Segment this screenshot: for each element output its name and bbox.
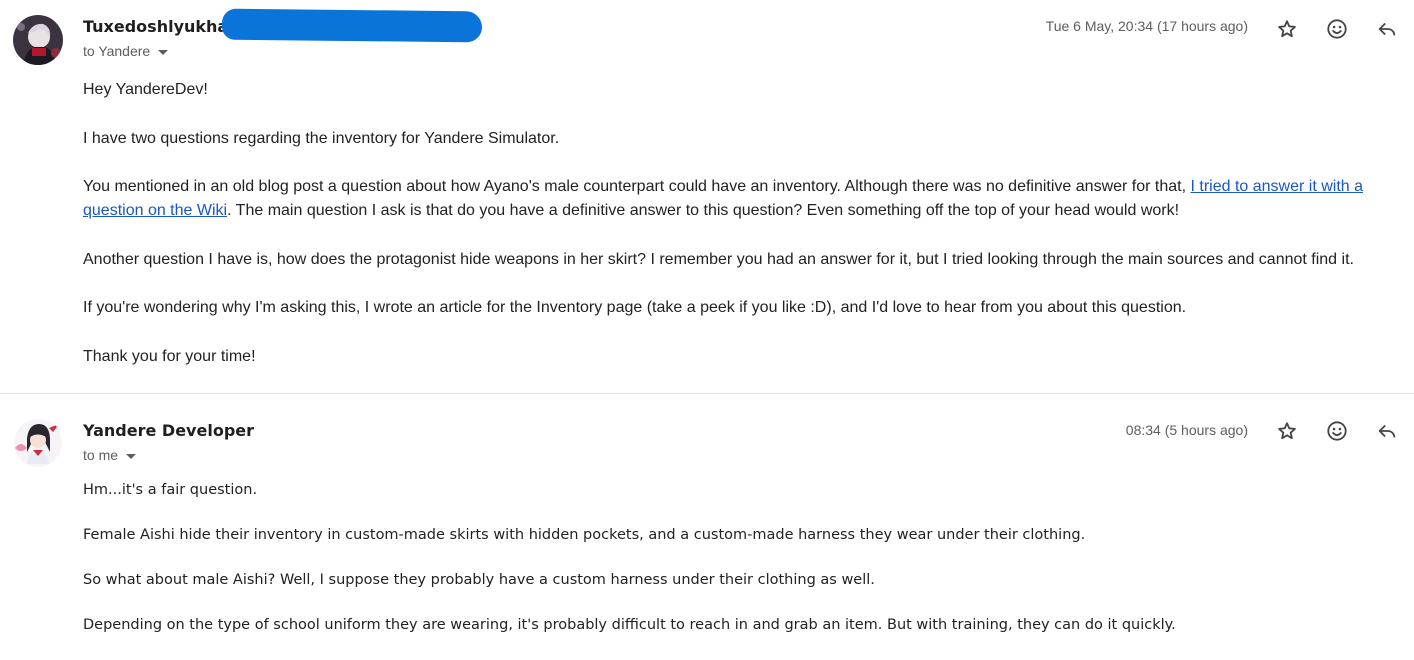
redaction-mark — [221, 8, 483, 43]
body-text: You mentioned in an old blog post a ques… — [83, 178, 1191, 195]
star-button[interactable] — [1273, 15, 1301, 43]
star-icon — [1278, 20, 1296, 38]
message-body: Hm...it's a fair question. Female Aishi … — [83, 480, 1393, 660]
sender-name: Yandere Developer — [83, 421, 255, 440]
recipients-label: to Yandere — [83, 43, 151, 59]
message-body: Hey YandereDev! I have two questions reg… — [83, 78, 1393, 393]
body-paragraph: Hey YandereDev! — [83, 81, 208, 98]
emoji-icon — [1327, 421, 1347, 441]
avatar[interactable] — [13, 15, 63, 65]
message-actions — [1273, 417, 1401, 445]
star-icon — [1278, 422, 1296, 440]
body-paragraph: Depending on the type of school uniform … — [83, 617, 1176, 633]
body-text: . The main question I ask is that do you… — [227, 202, 1180, 219]
body-paragraph: Thank you for your time! — [83, 347, 256, 365]
recipients-label: to me — [83, 447, 119, 463]
chevron-down-icon — [158, 49, 169, 55]
emoji-icon — [1327, 19, 1347, 39]
sender-name: Tuxedoshlyukha — [83, 17, 229, 36]
body-paragraph: Female Aishi hide their inventory in cus… — [83, 527, 1086, 543]
message-actions — [1273, 15, 1401, 43]
chevron-down-icon — [126, 453, 137, 459]
star-button[interactable] — [1273, 417, 1301, 445]
message-date: 08:34 (5 hours ago) — [1125, 422, 1248, 438]
recipients-toggle[interactable]: to Yandere — [83, 43, 169, 59]
avatar[interactable] — [13, 418, 63, 468]
reply-button[interactable] — [1373, 15, 1401, 43]
body-paragraph: If you're wondering why I'm asking this,… — [83, 299, 1187, 316]
reply-button[interactable] — [1373, 417, 1401, 445]
reply-icon — [1378, 22, 1396, 36]
message-2: Yandere Developer to me 08:34 (5 hours a… — [0, 394, 1414, 655]
body-paragraph: So what about male Aishi? Well, I suppos… — [83, 572, 875, 588]
message-1: Tuxedoshlyukha to Yandere Tue 6 May, 20:… — [0, 0, 1414, 394]
body-paragraph: I have two questions regarding the inven… — [83, 129, 560, 147]
emoji-react-button[interactable] — [1323, 15, 1351, 43]
reply-icon — [1378, 424, 1396, 438]
body-paragraph: You mentioned in an old blog post a ques… — [83, 175, 1393, 223]
emoji-react-button[interactable] — [1323, 417, 1351, 445]
recipients-toggle[interactable]: to me — [83, 447, 137, 463]
body-paragraph: Another question I have is, how does the… — [83, 250, 1354, 268]
body-paragraph: Hm...it's a fair question. — [83, 482, 258, 498]
message-date: Tue 6 May, 20:34 (17 hours ago) — [1045, 18, 1248, 34]
